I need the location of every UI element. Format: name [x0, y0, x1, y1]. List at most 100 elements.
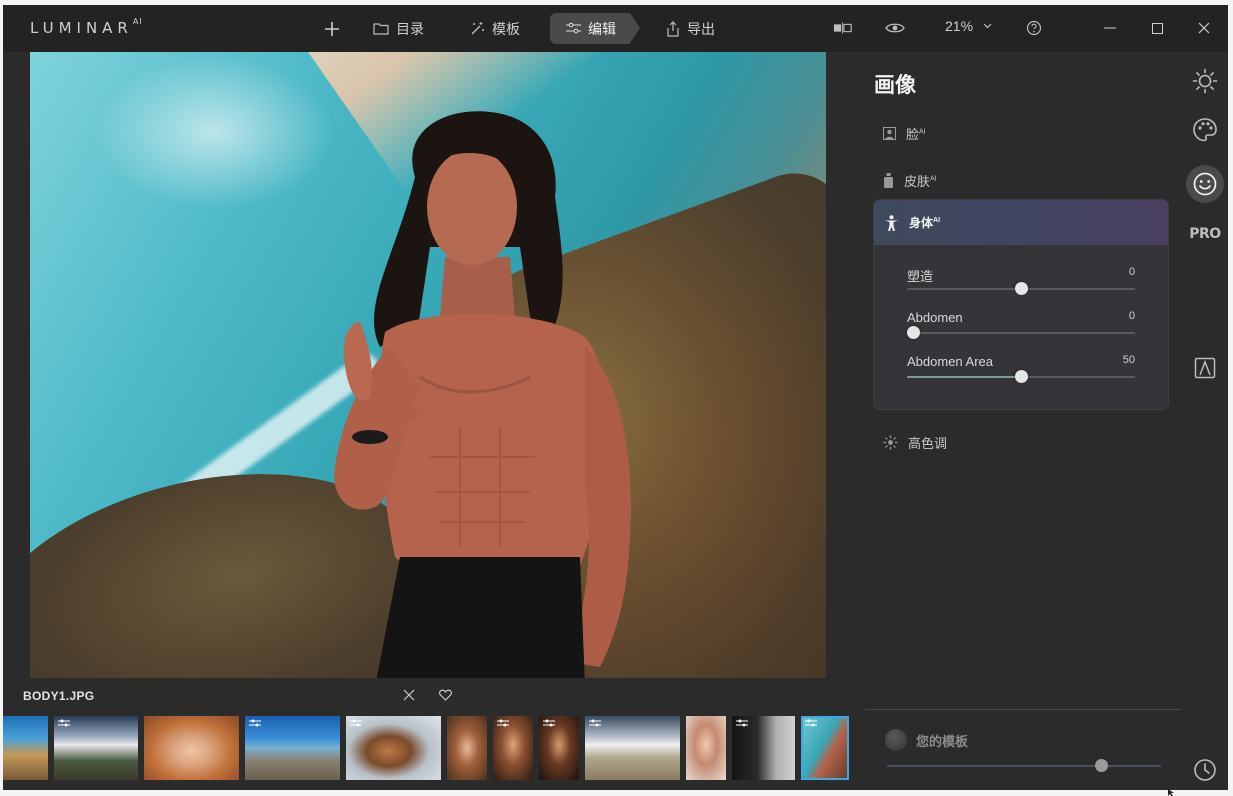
- share-icon: [667, 20, 679, 37]
- maximize-icon: [1151, 22, 1163, 34]
- close-button[interactable]: [1194, 18, 1214, 38]
- tab-templates[interactable]: 模板: [469, 13, 520, 44]
- luminar-window: LUMINARAI 目录 模板 编辑 导出 21% BODY1.JPG 画像 脸…: [3, 5, 1228, 790]
- filmstrip: [3, 716, 853, 780]
- edit-panel: 画像 脸AI 皮肤AI 身体AI 塑造 0 Abdomen 0 Abdomen …: [851, 52, 1181, 790]
- filmstrip-thumb[interactable]: [245, 716, 340, 780]
- abdomen-slider-label: Abdomen: [907, 310, 963, 325]
- bottle-icon: [884, 173, 893, 188]
- reject-button[interactable]: [403, 688, 415, 706]
- edited-badge-icon: [350, 719, 362, 727]
- slider-fill: [907, 376, 1021, 378]
- photo-canvas[interactable]: [30, 52, 826, 678]
- preview-button[interactable]: [885, 18, 905, 38]
- tab-catalog[interactable]: 目录: [373, 13, 424, 44]
- abdomen-area-slider-value: 50: [1122, 354, 1135, 366]
- edited-badge-icon: [543, 719, 555, 727]
- rail-pro-label: PRO: [1189, 226, 1221, 242]
- rail-pro[interactable]: PRO: [1186, 215, 1224, 253]
- tab-catalog-label: 目录: [396, 20, 424, 37]
- rail-creative[interactable]: [1186, 111, 1224, 149]
- clock-icon: [1194, 759, 1216, 781]
- tool-high-key[interactable]: 高色调: [883, 433, 947, 452]
- tab-edit-label: 编辑: [588, 20, 616, 37]
- app-logo: LUMINARAI: [30, 17, 143, 37]
- edited-badge-icon: [497, 719, 509, 727]
- folder-icon: [373, 23, 389, 35]
- filmstrip-thumb[interactable]: [144, 716, 239, 780]
- filmstrip-thumb[interactable]: [585, 716, 680, 780]
- compare-button[interactable]: [833, 18, 853, 38]
- sun-icon: [1192, 68, 1218, 94]
- person-icon: [885, 214, 898, 231]
- eye-icon: [885, 23, 905, 33]
- abdomen-slider-value: 0: [1128, 310, 1135, 322]
- sun-small-icon: [883, 435, 898, 450]
- abdomen-area-slider-label: Abdomen Area: [907, 354, 994, 369]
- favorite-button[interactable]: [439, 688, 452, 706]
- top-toolbar: LUMINARAI 目录 模板 编辑 导出 21%: [3, 5, 1228, 52]
- tab-export[interactable]: 导出: [666, 13, 715, 44]
- slider-knob[interactable]: [1094, 759, 1108, 772]
- filmstrip-thumb[interactable]: [686, 716, 726, 780]
- mouse-cursor-icon: [1168, 789, 1174, 796]
- your-templates-button[interactable]: 您的模板: [885, 729, 968, 751]
- filmstrip-thumb[interactable]: [54, 716, 138, 780]
- shape-slider-value: 0: [1128, 266, 1135, 278]
- sliders-icon: [566, 22, 581, 34]
- template-amount-slider[interactable]: [887, 759, 1161, 772]
- filmstrip-thumb[interactable]: [3, 716, 48, 780]
- panel-divider: [865, 709, 1181, 710]
- chevron-down-icon: [983, 23, 992, 29]
- zoom-dropdown[interactable]: 21%: [945, 18, 992, 34]
- slider-track[interactable]: [907, 332, 1135, 334]
- tool-face[interactable]: 脸AI: [883, 124, 926, 143]
- tool-category-rail: PRO: [1181, 52, 1228, 790]
- filmstrip-thumb-selected[interactable]: [801, 716, 849, 780]
- template-thumb-icon: [885, 729, 907, 751]
- zoom-value: 21%: [945, 18, 974, 34]
- slider-knob[interactable]: [907, 326, 920, 339]
- mask-icon: [1194, 357, 1216, 379]
- tool-skin[interactable]: 皮肤AI: [883, 171, 937, 190]
- edited-badge-icon: [58, 719, 70, 727]
- tool-face-label: 脸: [906, 127, 920, 142]
- panel-title: 画像: [874, 74, 916, 97]
- edited-badge-icon: [805, 719, 817, 727]
- rail-local-masking[interactable]: [1186, 349, 1224, 387]
- close-icon: [1198, 22, 1210, 34]
- smiley-icon: [1193, 172, 1217, 196]
- help-icon: [1026, 20, 1042, 36]
- heart-icon: [439, 689, 452, 701]
- edited-badge-icon: [249, 719, 261, 727]
- help-button[interactable]: [1024, 18, 1044, 38]
- slider-knob[interactable]: [1014, 370, 1028, 383]
- tool-body-label: 身体: [909, 216, 934, 230]
- plus-icon: [325, 21, 339, 36]
- rail-portrait[interactable]: [1186, 165, 1224, 203]
- minimize-button[interactable]: [1100, 18, 1120, 38]
- history-button[interactable]: [1186, 751, 1224, 789]
- edited-badge-icon: [736, 719, 748, 727]
- tab-export-label: 导出: [687, 20, 715, 37]
- filmstrip-thumb[interactable]: [346, 716, 441, 780]
- filmstrip-thumb[interactable]: [539, 716, 579, 780]
- body-tool-card: 身体AI 塑造 0 Abdomen 0 Abdomen Area 50: [873, 199, 1169, 410]
- minimize-icon: [1104, 27, 1116, 29]
- portrait-icon: [883, 127, 896, 140]
- tool-body[interactable]: 身体AI: [874, 200, 1168, 245]
- rail-essentials[interactable]: [1186, 62, 1224, 100]
- filmstrip-thumb[interactable]: [493, 716, 533, 780]
- filmstrip-thumb[interactable]: [447, 716, 487, 780]
- add-photos-button[interactable]: [325, 13, 339, 44]
- slider-knob[interactable]: [1014, 282, 1028, 295]
- close-icon: [403, 689, 415, 701]
- tool-high-key-label: 高色调: [908, 436, 948, 451]
- tab-edit[interactable]: 编辑: [550, 13, 640, 44]
- tab-templates-label: 模板: [492, 20, 520, 37]
- maximize-button[interactable]: [1147, 18, 1167, 38]
- file-name: BODY1.JPG: [23, 689, 95, 703]
- shape-slider-label: 塑造: [907, 269, 934, 284]
- filmstrip-thumb[interactable]: [732, 716, 795, 780]
- tool-skin-label: 皮肤: [904, 174, 931, 189]
